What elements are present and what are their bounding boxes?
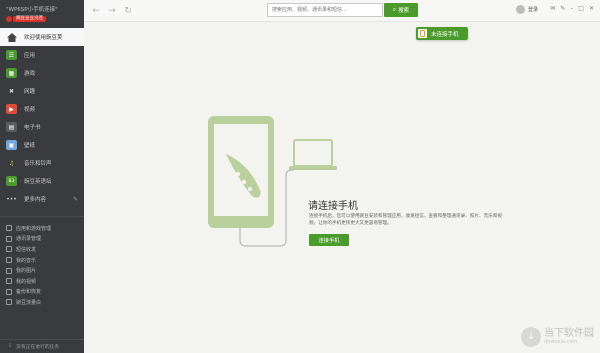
video-icon: ▶ [6,104,17,114]
search-button-label: 搜索 [398,8,410,14]
connect-status-button[interactable]: 未连接手机 [416,27,468,40]
tool-item-label: 我的视频 [16,278,37,285]
maximize-icon[interactable]: □ [578,5,584,12]
close-x-icon: ✖ [8,87,15,95]
phone-icon [418,29,427,38]
sidebar-item-wallpaper[interactable]: ▣ 壁纸 [0,136,84,154]
watermark-title: 当下软件园 [544,328,594,339]
game-icon: ▦ [6,68,17,78]
english-icon: B3 [6,176,17,186]
mail-icon[interactable]: ✉ [550,5,555,12]
login-label: 登录 [528,7,539,13]
home-icon [6,32,17,42]
search-button[interactable]: ⌕ 搜索 [384,3,418,17]
sidebar-item-english[interactable]: B3 豌豆英语坛 [0,172,84,190]
minimize-icon[interactable]: – [570,5,573,12]
tool-icon [6,278,12,285]
search-input[interactable] [267,3,383,17]
watermark-url: downxia.com [544,339,578,345]
sidebar-item-app[interactable]: ☰ 应用 [0,46,84,64]
connect-phone-button[interactable]: 连接手机 [309,234,349,246]
brand-badge: 豌豆豆豆没连 [13,16,46,22]
tool-icon [6,246,12,253]
sidebar-item-label: 网趣 [24,89,36,95]
sidebar-item-label: 音乐和铃声 [24,161,52,167]
refresh-icon[interactable]: ↻ [122,5,134,17]
tool-item-label: 备份和恢复 [16,289,42,296]
music-icon: ♫ [8,159,15,167]
wrench-icon[interactable]: ✎ [73,196,78,203]
sidebar-item-more[interactable]: ••• 更多内容 ✎ [0,190,84,208]
tool-item-label: 短信收发 [16,246,37,253]
tool-icon [6,299,12,306]
tool-icon [6,257,12,264]
connect-status-label: 未连接手机 [431,31,459,38]
sidebar-item-music[interactable]: ♫ 音乐和铃声 [0,154,84,172]
watermark-logo-icon: ↓ [521,327,541,347]
watermark-text: 当下软件园 downxia.com [544,328,594,346]
brand-title[interactable]: "WP6SP小手机连接" [6,5,80,13]
tool-item-label: 我的图片 [16,268,37,275]
search-icon: ⌕ [392,6,397,13]
brand[interactable]: "WP6SP小手机连接" 豌豆豆豆没连 [0,0,84,28]
tool-icon [6,235,12,242]
tool-icon [6,267,12,274]
tool-item[interactable]: 我的图片 [0,265,84,276]
task-status[interactable]: ⇩ 没有正在进行的任务 [0,339,84,353]
tool-item-label: 通讯录管理 [16,236,42,243]
wallpaper-icon: ▣ [6,140,17,150]
login-button[interactable]: 登录 [516,5,538,14]
app-icon: ☰ [6,50,17,60]
download-icon: ⇩ [8,344,13,349]
divider [0,216,84,217]
sidebar-item-label: 电子书 [24,125,41,131]
ebook-icon: ▤ [6,122,17,132]
sidebar-item-label: 游戏 [24,71,36,77]
sidebar-item-label: 欢迎使用豌豆荚 [24,35,63,41]
back-icon[interactable]: ← [90,5,102,17]
phone-laptop-illustration [208,116,337,247]
window-controls: ✉ ✎ – □ ✕ [550,5,594,12]
topbar: ← → ↻ ⌕ 搜索 登录 ✉ ✎ – □ ✕ [84,0,600,22]
sidebar-item-ebook[interactable]: ▤ 电子书 [0,118,84,136]
task-status-label: 没有正在进行的任务 [16,345,60,350]
sidebar-item-home[interactable]: 欢迎使用豌豆荚 [0,28,84,46]
tool-item[interactable]: 我的音乐 [0,255,84,266]
tool-item[interactable]: 豌豆流量白 [0,297,84,308]
tool-item-label: 应用和游戏管理 [16,225,52,232]
tool-icon[interactable]: ✎ [560,5,565,12]
sidebar-item-label: 应用 [24,53,36,59]
tool-item[interactable]: 通讯录管理 [0,234,84,245]
avatar [516,5,525,14]
tool-icon [6,225,12,232]
sidebar-item-game[interactable]: ▦ 游戏 [0,64,84,82]
tool-icon [6,288,12,295]
sidebar: "WP6SP小手机连接" 豌豆豆豆没连 欢迎使用豌豆荚 ☰ 应用 ▦ 游戏 ✖ 网趣 ▶ 视频… [0,0,84,353]
tool-item[interactable]: 短信收发 [0,244,84,255]
sidebar-item-video[interactable]: ▶ 视频 [0,100,84,118]
sidebar-item-label: 更多内容 [24,197,47,203]
sidebar-item-close-x[interactable]: ✖ 网趣 [0,82,84,100]
connect-description: 连接手机后，您可以使用豌豆安装和管理应用，收发短信，查看和整理通讯录、照片、音乐… [309,214,502,226]
page-title: 请连接手机 [308,201,358,212]
forward-icon[interactable]: → [106,5,118,17]
sidebar-item-label: 视频 [24,107,36,113]
tool-item-label: 豌豆流量白 [16,299,42,306]
close-icon[interactable]: ✕ [589,5,594,12]
watermark: ↓ 当下软件园 downxia.com [521,327,594,347]
tool-item[interactable]: 应用和游戏管理 [0,223,84,234]
tool-item[interactable]: 我的视频 [0,276,84,287]
more-icon: ••• [6,195,17,203]
tool-item-label: 我的音乐 [16,257,37,264]
sidebar-item-label: 豌豆英语坛 [24,179,52,185]
brand-status: 豌豆豆豆没连 [6,16,84,22]
status-dot-icon [6,16,12,22]
sidebar-item-label: 壁纸 [24,143,36,149]
tool-item[interactable]: 备份和恢复 [0,287,84,298]
